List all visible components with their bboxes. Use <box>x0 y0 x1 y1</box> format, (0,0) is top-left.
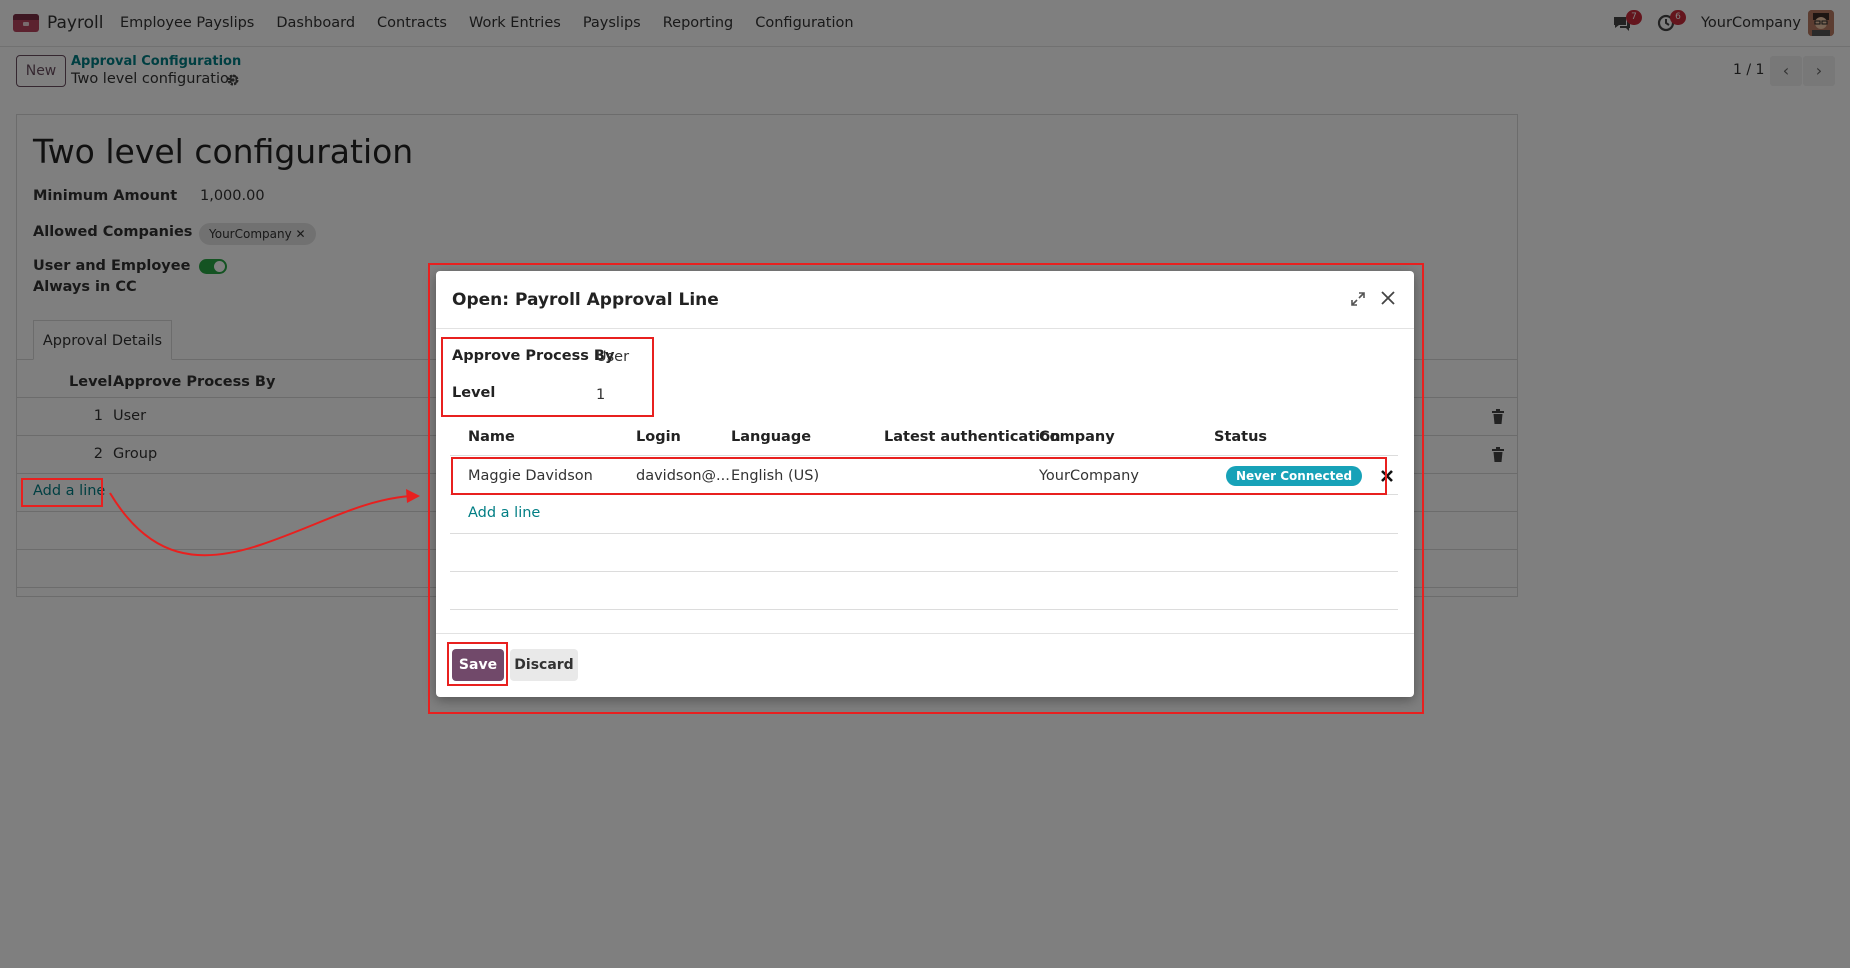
annotation-add-line-box <box>21 478 103 507</box>
annotation-user-row-box <box>451 457 1387 495</box>
annotation-save-box <box>447 642 508 686</box>
annotation-fields-box <box>441 337 654 417</box>
